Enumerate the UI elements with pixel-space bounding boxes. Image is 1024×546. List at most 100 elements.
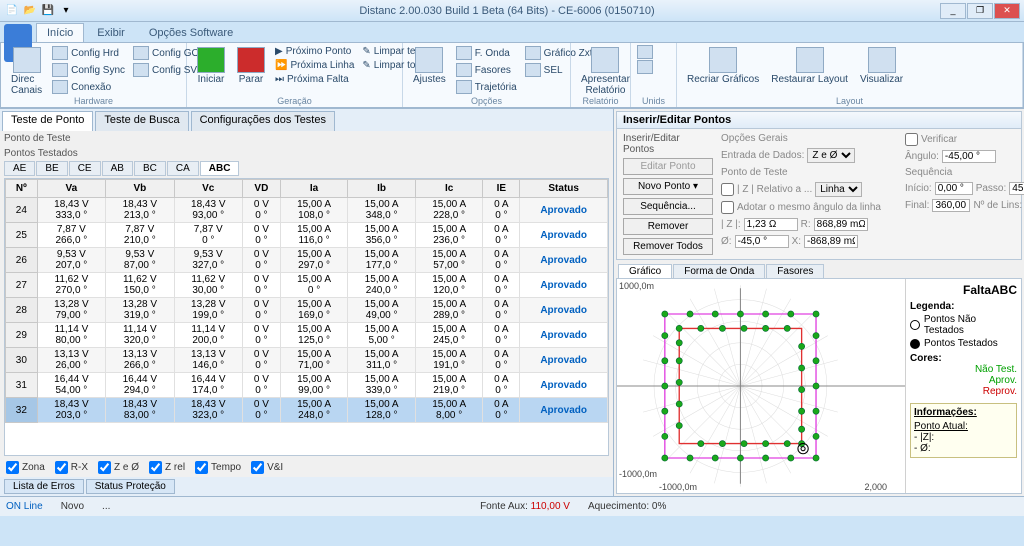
sequencia-button[interactable]: Sequência... bbox=[623, 198, 713, 215]
points-table[interactable]: NºVaVbVcVDIaIbIcIEStatus 2418,43 V333,0 … bbox=[5, 179, 608, 423]
direc-canais-button[interactable]: Direc Canais bbox=[7, 45, 46, 98]
check-Z rel[interactable]: Z rel bbox=[149, 461, 185, 474]
table-row[interactable]: 2711,62 V270,0 °11,62 V150,0 °11,62 V30,… bbox=[6, 273, 608, 298]
table-row[interactable]: 3116,44 V54,00 °16,44 V294,0 °16,44 V174… bbox=[6, 373, 608, 398]
gtab-forma-onda[interactable]: Forma de Onda bbox=[673, 264, 765, 278]
restaurar-layout-button[interactable]: Restaurar Layout bbox=[767, 45, 852, 87]
remover-todos-button[interactable]: Remover Todos bbox=[623, 238, 713, 255]
ribbon-tab-inicio[interactable]: Início bbox=[36, 23, 84, 42]
gtab-grafico[interactable]: Gráfico bbox=[618, 264, 672, 278]
table-row[interactable]: 3013,13 V26,00 °13,13 V266,0 °13,13 V146… bbox=[6, 348, 608, 373]
conexao-button[interactable]: Conexão bbox=[50, 79, 127, 95]
minimize-button[interactable]: _ bbox=[940, 3, 966, 19]
editar-ponto-button[interactable]: Editar Ponto bbox=[623, 158, 713, 175]
z-relativo-select[interactable]: Linha bbox=[815, 182, 862, 197]
plot-legend: FaltaABC Legenda: Pontos Não Testados Po… bbox=[905, 279, 1021, 493]
table-row[interactable]: 269,53 V207,0 °9,53 V87,00 °9,53 V327,0 … bbox=[6, 248, 608, 273]
col-Ib[interactable]: Ib bbox=[348, 180, 416, 198]
qat-save-icon[interactable]: 💾 bbox=[40, 3, 56, 19]
maximize-button[interactable]: ❐ bbox=[967, 3, 993, 19]
ribbon-tab-opcoes[interactable]: Opções Software bbox=[138, 23, 244, 42]
col-Status[interactable]: Status bbox=[520, 180, 608, 198]
fault-tab-AB[interactable]: AB bbox=[102, 161, 133, 176]
table-row[interactable]: 2911,14 V80,00 °11,14 V320,0 °11,14 V200… bbox=[6, 323, 608, 348]
z-input[interactable] bbox=[744, 218, 798, 231]
z-relativo-check[interactable] bbox=[721, 183, 734, 196]
group-opcoes-label: Opções bbox=[403, 96, 570, 106]
fault-tab-CE[interactable]: CE bbox=[69, 161, 101, 176]
novo-ponto-button[interactable]: Novo Ponto ▾ bbox=[623, 178, 713, 195]
col-VD[interactable]: VD bbox=[242, 180, 280, 198]
r-input[interactable] bbox=[814, 218, 868, 231]
fault-tab-BC[interactable]: BC bbox=[134, 161, 166, 176]
phasor-icon bbox=[456, 63, 472, 77]
adotar-angulo-check[interactable] bbox=[721, 201, 734, 214]
iniciar-button[interactable]: Iniciar bbox=[193, 45, 229, 87]
check-Z e Ø[interactable]: Z e Ø bbox=[98, 461, 139, 474]
legend-title: FaltaABC bbox=[910, 283, 1017, 297]
qat-open-icon[interactable]: 📂 bbox=[22, 3, 38, 19]
status-novo: Novo bbox=[61, 501, 84, 512]
config-sync-button[interactable]: Config Sync bbox=[50, 62, 127, 78]
tab-teste-de-busca[interactable]: Teste de Busca bbox=[95, 111, 188, 131]
visualizar-button[interactable]: Visualizar bbox=[856, 45, 907, 87]
table-row[interactable]: 2813,28 V79,00 °13,28 V319,0 °13,28 V199… bbox=[6, 298, 608, 323]
col-Vb[interactable]: Vb bbox=[106, 180, 174, 198]
check-V&I[interactable]: V&I bbox=[251, 461, 283, 474]
ribbon-tabs: Início Exibir Opções Software bbox=[0, 22, 1024, 42]
col-Va[interactable]: Va bbox=[37, 180, 105, 198]
unit-icon-2[interactable] bbox=[637, 60, 653, 74]
col-Ia[interactable]: Ia bbox=[280, 180, 348, 198]
parar-button[interactable]: Parar bbox=[233, 45, 269, 87]
angulo-input[interactable] bbox=[942, 150, 996, 163]
recriar-graficos-button[interactable]: Recriar Gráficos bbox=[683, 45, 763, 87]
trajetoria-button[interactable]: Trajetória bbox=[454, 79, 519, 95]
inicio-input[interactable] bbox=[935, 182, 973, 195]
prox-linha-button[interactable]: ⏩ Próxima Linha bbox=[273, 59, 356, 72]
col-IE[interactable]: IE bbox=[483, 180, 520, 198]
check-R-X[interactable]: R-X bbox=[55, 461, 88, 474]
fault-tab-AE[interactable]: AE bbox=[4, 161, 35, 176]
entrada-dados-select[interactable]: Z e Ø bbox=[807, 148, 855, 163]
table-row[interactable]: 3218,43 V203,0 °18,43 V83,00 °18,43 V323… bbox=[6, 398, 608, 423]
col-Nº[interactable]: Nº bbox=[6, 180, 38, 198]
ribbon-tab-exibir[interactable]: Exibir bbox=[86, 23, 136, 42]
fault-tab-BE[interactable]: BE bbox=[36, 161, 67, 176]
col-Ic[interactable]: Ic bbox=[415, 180, 483, 198]
ribbon: Direc Canais Config Hrd Config Sync Cone… bbox=[0, 42, 1024, 108]
close-button[interactable]: ✕ bbox=[994, 3, 1020, 19]
check-Tempo[interactable]: Tempo bbox=[195, 461, 241, 474]
remover-button[interactable]: Remover bbox=[623, 218, 713, 235]
qat-dropdown-icon[interactable]: ▾ bbox=[58, 3, 74, 19]
title-bar: 📄 📂 💾 ▾ Distanc 2.00.030 Build 1 Beta (6… bbox=[0, 0, 1024, 22]
qat-new-icon[interactable]: 📄 bbox=[4, 3, 20, 19]
fonda-button[interactable]: F. Onda bbox=[454, 45, 519, 61]
passo-input[interactable] bbox=[1009, 182, 1024, 195]
tab-lista-erros[interactable]: Lista de Erros bbox=[4, 479, 84, 494]
x-input[interactable] bbox=[804, 235, 858, 248]
prox-falta-button[interactable]: ⏭ Próxima Falta bbox=[273, 73, 356, 86]
tab-config-testes[interactable]: Configurações dos Testes bbox=[191, 111, 335, 131]
check-Zona[interactable]: Zona bbox=[6, 461, 45, 474]
table-row[interactable]: 257,87 V266,0 °7,87 V210,0 °7,87 V0 °0 V… bbox=[6, 223, 608, 248]
final-input[interactable] bbox=[932, 199, 970, 212]
table-row[interactable]: 2418,43 V333,0 °18,43 V213,0 °18,43 V93,… bbox=[6, 198, 608, 223]
config-hrd-button[interactable]: Config Hrd bbox=[50, 45, 127, 61]
status-online: ON Line bbox=[6, 501, 43, 512]
gtab-fasores[interactable]: Fasores bbox=[766, 264, 824, 278]
tab-status-protecao[interactable]: Status Proteção bbox=[86, 479, 175, 494]
verificar-check[interactable] bbox=[905, 133, 918, 146]
fault-tab-ABC[interactable]: ABC bbox=[200, 161, 240, 176]
apresentar-relatorio-button[interactable]: Apresentar Relatório bbox=[577, 45, 634, 98]
fault-tab-CA[interactable]: CA bbox=[167, 161, 199, 176]
status-dots: ... bbox=[102, 501, 110, 512]
unit-icon[interactable] bbox=[637, 45, 653, 59]
prox-ponto-button[interactable]: ▶ Próximo Ponto bbox=[273, 45, 356, 58]
tab-teste-de-ponto[interactable]: Teste de Ponto bbox=[2, 111, 93, 131]
col-Vc[interactable]: Vc bbox=[174, 180, 242, 198]
ajustes-button[interactable]: Ajustes bbox=[409, 45, 450, 87]
impedance-plot[interactable]: 1000,0m -1000,0m -1000,0m 2,000 bbox=[617, 279, 905, 493]
fasores-button[interactable]: Fasores bbox=[454, 62, 519, 78]
window-title: Distanc 2.00.030 Build 1 Beta (64 Bits) … bbox=[74, 5, 940, 17]
phi-input[interactable] bbox=[735, 235, 789, 248]
